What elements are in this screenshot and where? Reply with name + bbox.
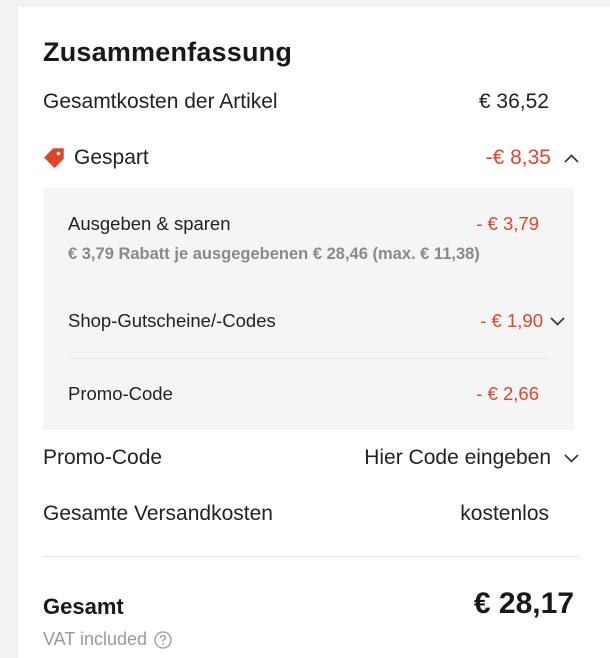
shop-coupons-label: Shop-Gutscheine/-Codes [68, 310, 276, 331]
chevron-up-icon[interactable] [563, 150, 580, 167]
shipping-row: Gesamte Versandkosten kostenlos [43, 502, 549, 526]
spend-save-detail: € 3,79 Rabatt je ausgegebenen € 28,46 (m… [68, 245, 480, 263]
promo-code-row[interactable]: Promo-Code Hier Code eingeben [43, 446, 580, 470]
spend-save-value: - € 3,79 [476, 213, 539, 234]
shop-coupons-value: - € 1,90 [480, 310, 543, 331]
promo-discount-value: - € 2,66 [476, 383, 539, 404]
saved-label-group: Gespart [43, 146, 149, 170]
items-total-row: Gesamtkosten der Artikel € 36,52 [43, 90, 549, 114]
discount-breakdown-panel: Ausgeben & sparen - € 3,79 € 3,79 Rabatt… [43, 188, 574, 430]
shop-coupons-value-group: - € 1,90 [480, 310, 565, 332]
items-total-value: € 36,52 [478, 90, 549, 113]
total-label: Gesamt [43, 594, 124, 619]
summary-title: Zusammenfassung [43, 37, 293, 67]
shop-coupons-row[interactable]: Shop-Gutscheine/-Codes - € 1,90 [68, 310, 565, 332]
shipping-value: kostenlos [460, 502, 549, 525]
saved-label: Gespart [74, 146, 149, 169]
total-value: € 28,17 [473, 587, 574, 620]
question-circle-icon[interactable] [154, 630, 172, 649]
promo-code-action-group[interactable]: Hier Code eingeben [364, 446, 580, 470]
summary-divider [43, 556, 580, 557]
promo-discount-row: Promo-Code - € 2,66 [68, 383, 539, 405]
vat-note: VAT included [43, 629, 172, 650]
order-summary-card: Zusammenfassung Gesamtkosten der Artikel… [18, 7, 610, 658]
saved-value: -€ 8,35 [485, 146, 551, 169]
chevron-down-icon[interactable] [549, 313, 566, 330]
promo-discount-label: Promo-Code [68, 383, 173, 404]
saved-value-group: -€ 8,35 [486, 146, 580, 170]
panel-divider [68, 358, 549, 359]
spend-save-label: Ausgeben & sparen [68, 213, 231, 234]
items-total-label: Gesamtkosten der Artikel [43, 90, 278, 113]
shipping-label: Gesamte Versandkosten [43, 502, 273, 525]
spend-save-row: Ausgeben & sparen - € 3,79 [68, 213, 539, 235]
vat-note-text: VAT included [43, 629, 148, 649]
saved-row[interactable]: Gespart -€ 8,35 [43, 146, 580, 170]
promo-code-input-link[interactable]: Hier Code eingeben [364, 446, 551, 470]
promo-code-label: Promo-Code [43, 446, 163, 469]
tag-icon [43, 148, 65, 168]
chevron-down-icon[interactable] [563, 450, 580, 467]
